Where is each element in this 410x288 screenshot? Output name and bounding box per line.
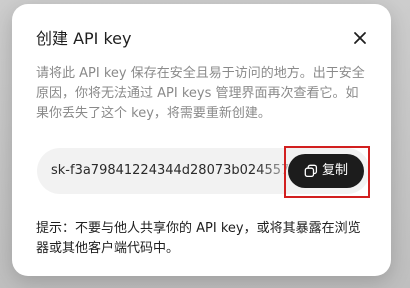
create-api-key-dialog: 创建 API key 请将此 API key 保存在安全且易于访问的地方。出于安… xyxy=(12,4,391,276)
close-icon[interactable] xyxy=(351,29,369,47)
security-tip: 提示：不要与他人共享你的 API key，或将其暴露在浏览器或其他客户端代码中。 xyxy=(36,221,361,256)
copy-button[interactable]: 复制 xyxy=(288,154,364,188)
copy-icon xyxy=(304,164,318,178)
dialog-title: 创建 API key xyxy=(36,29,132,48)
dialog-description: 请将此 API key 保存在安全且易于访问的地方。出于安全原因，你将无法通过 … xyxy=(36,66,365,121)
copy-button-label: 复制 xyxy=(321,163,348,178)
